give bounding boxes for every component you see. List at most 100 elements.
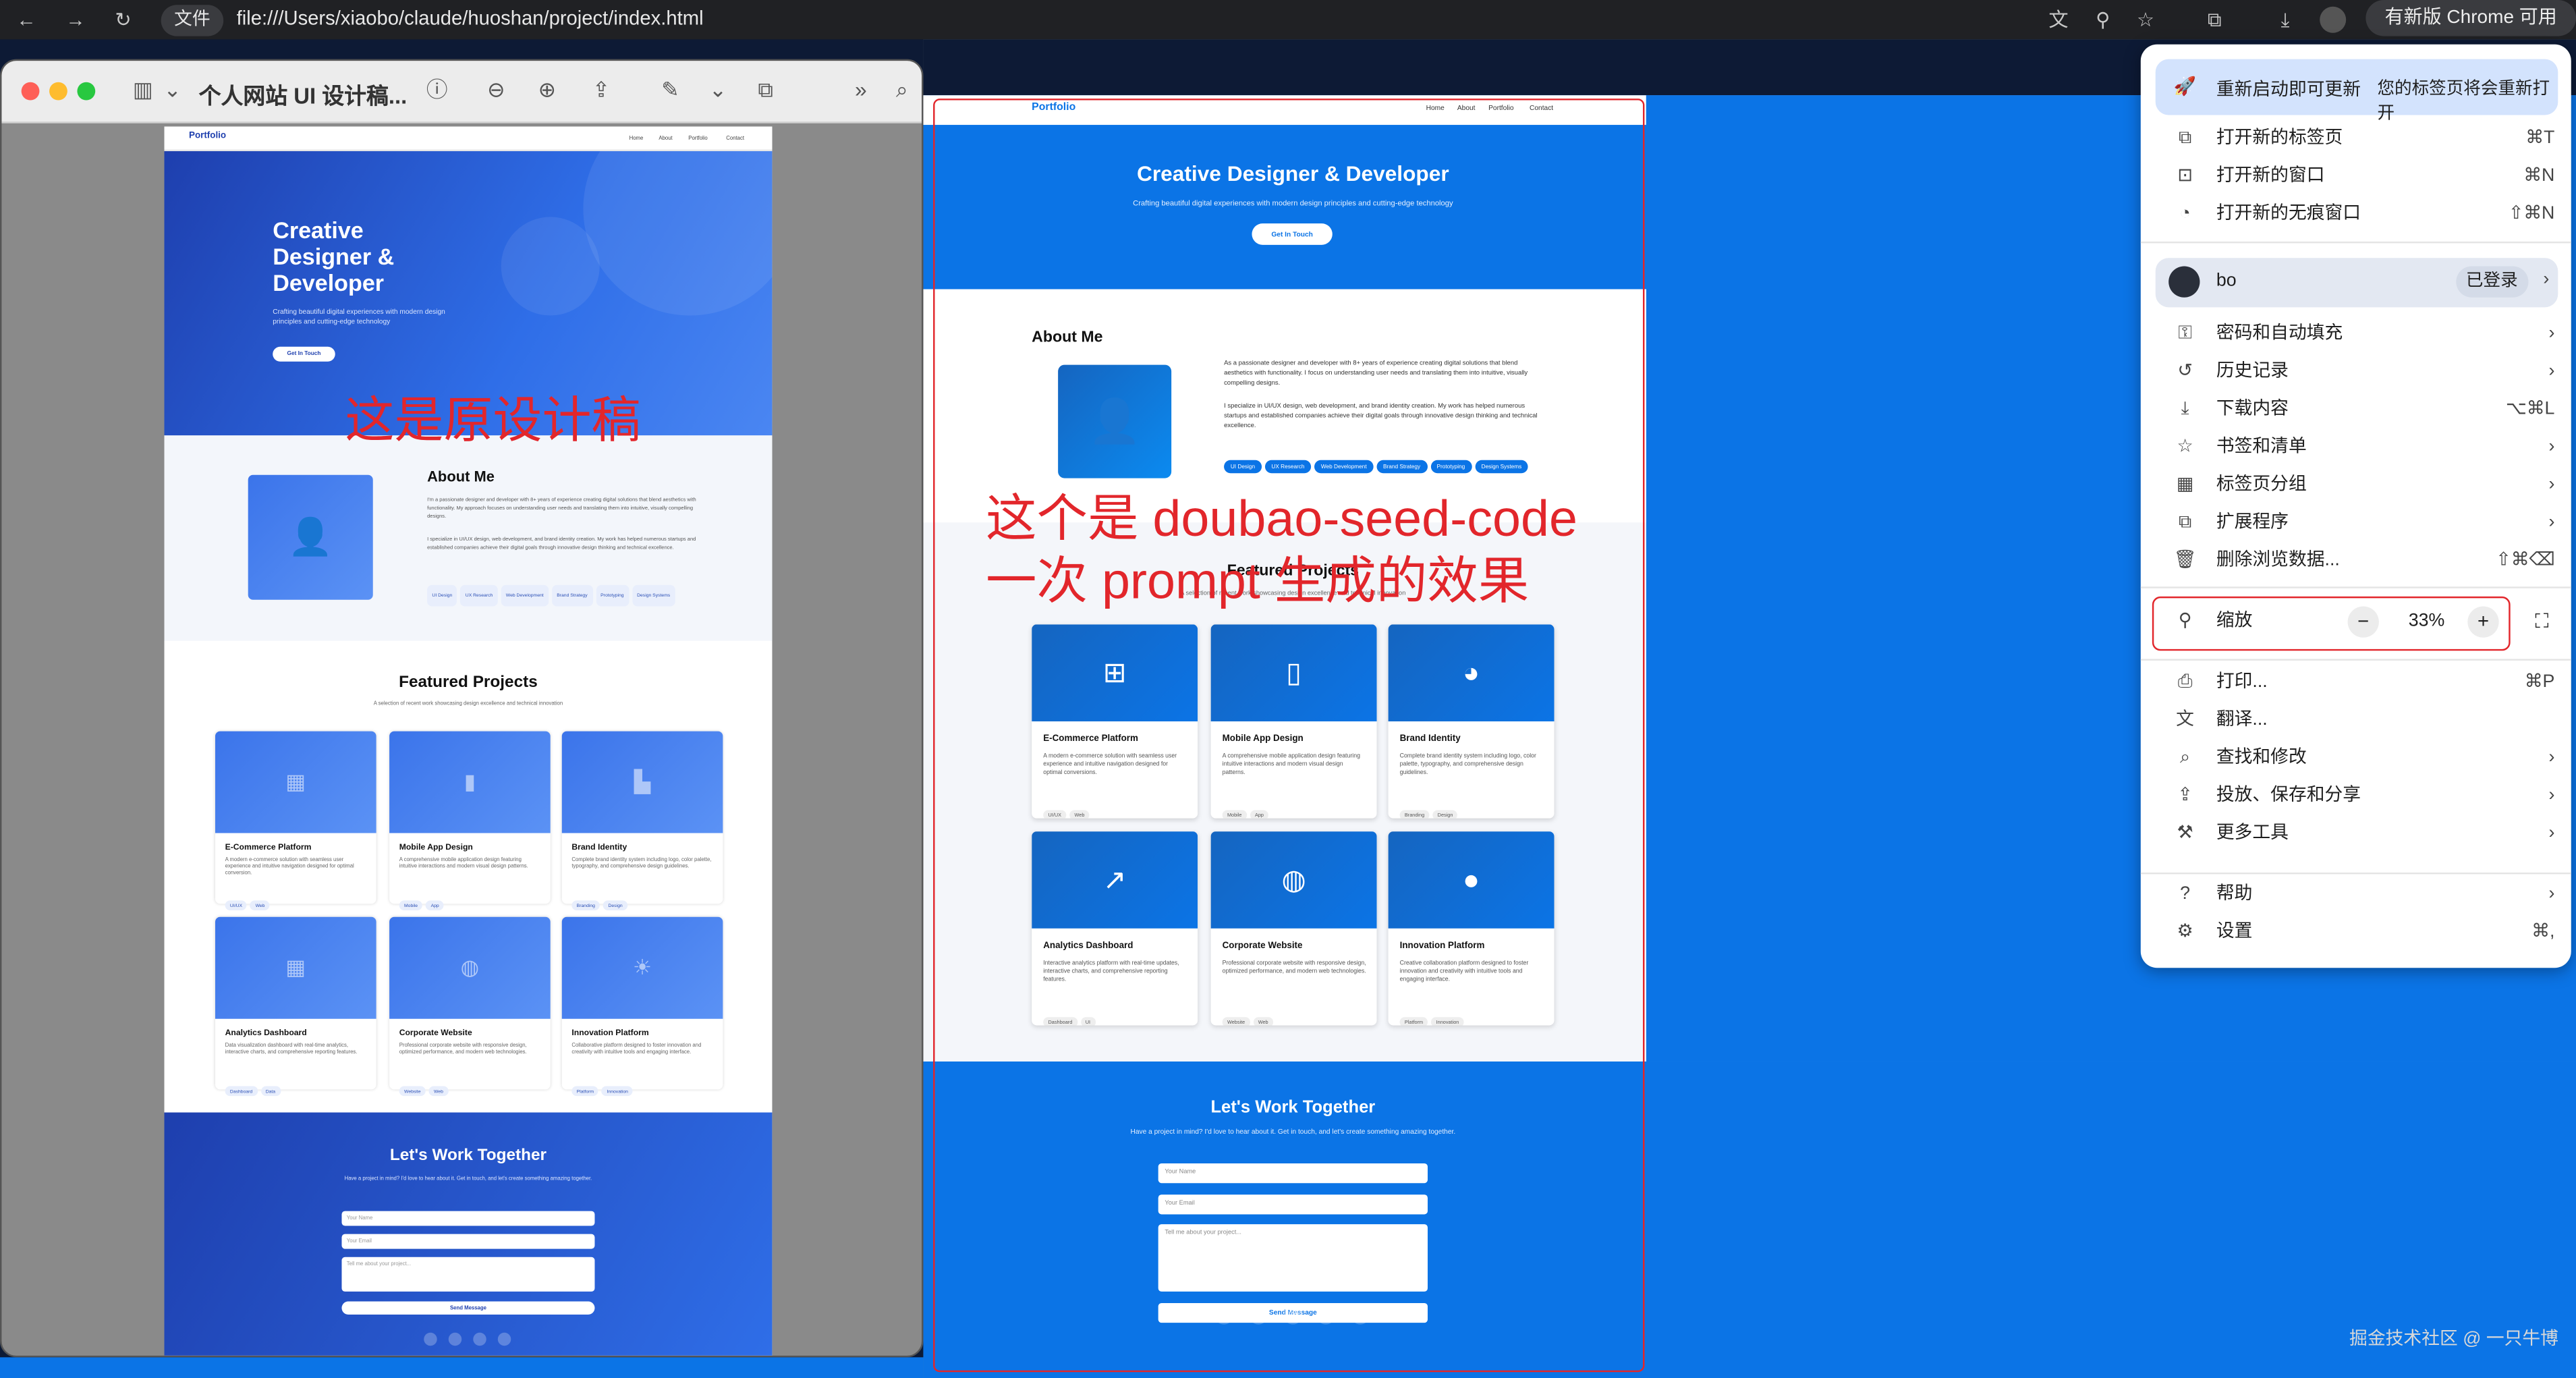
orig-project-tags: Platform Innovation bbox=[571, 1072, 636, 1101]
more-icon[interactable]: » bbox=[847, 77, 874, 103]
menu-item-shortcut: › bbox=[2548, 747, 2555, 768]
orig-project-tag: Mobile bbox=[399, 900, 423, 910]
orig-project-tag: Website bbox=[399, 1086, 426, 1097]
zoom-out-icon[interactable]: ⊖ bbox=[483, 77, 509, 103]
menu-item-shortcut: ⇧⌘⌫ bbox=[2496, 550, 2555, 570]
menu-item[interactable]: ↺ 历史记录 › bbox=[2141, 354, 2571, 391]
star-icon[interactable]: ☆ bbox=[2133, 7, 2159, 33]
menu-item[interactable]: ⤓ 下载内容 ⌥⌘L bbox=[2141, 391, 2571, 429]
extensions-icon[interactable]: ⧉ bbox=[2202, 7, 2228, 33]
menu-item-icon: ⧉ bbox=[2178, 128, 2192, 148]
update-chrome-chip[interactable]: 有新版 Chrome 可用 bbox=[2365, 0, 2576, 36]
orig-name-input: Your Name bbox=[341, 1211, 595, 1226]
orig-send-button: Send Message bbox=[341, 1301, 595, 1315]
download-icon[interactable]: ⤓ bbox=[2272, 7, 2299, 33]
zoom-in-icon[interactable]: ⊕ bbox=[534, 77, 560, 103]
info-icon[interactable]: ⓘ bbox=[424, 77, 450, 103]
search-icon[interactable]: ⌕ bbox=[889, 77, 915, 103]
menu-item[interactable]: ⚒ 更多工具 › bbox=[2141, 815, 2571, 853]
menu-item-label: 翻译... bbox=[2216, 709, 2268, 730]
menu-item[interactable]: ⧉ 打开新的标签页 ⌘T bbox=[2141, 120, 2571, 158]
menu-item-shortcut: › bbox=[2548, 437, 2555, 457]
zoom-value: 33% bbox=[2408, 611, 2445, 632]
minimize-button[interactable] bbox=[49, 82, 67, 101]
profile-item[interactable]: bo 已登录 › bbox=[2155, 258, 2558, 308]
menu-item[interactable]: ⚙ 设置 ⌘, bbox=[2141, 914, 2571, 952]
orig-project-icon: ▙ bbox=[561, 731, 723, 833]
orig-project-tag: Web bbox=[250, 900, 270, 910]
menu-item[interactable]: ⌕ 查找和修改 › bbox=[2141, 740, 2571, 777]
avatar[interactable] bbox=[2320, 6, 2347, 33]
bg-strip bbox=[0, 1357, 924, 1378]
zoom-icon[interactable]: ⚲ bbox=[2090, 7, 2116, 33]
orig-hero-title: Creative Designer & Developer bbox=[273, 217, 395, 296]
back-icon[interactable]: ← bbox=[13, 7, 39, 33]
orig-project-tag: Dashboard bbox=[225, 1086, 258, 1097]
orig-project-tag: Design bbox=[603, 900, 627, 910]
menu-item[interactable]: ⇪ 投放、保存和分享 › bbox=[2141, 777, 2571, 815]
orig-project-title: Innovation Platform bbox=[571, 1028, 649, 1039]
orig-project-desc: Complete brand identity system including… bbox=[571, 856, 712, 870]
orig-project-icon: ▦ bbox=[215, 916, 376, 1019]
preview-title: 个人网站 UI 设计稿... bbox=[198, 84, 408, 109]
menu-item-shortcut: › bbox=[2548, 474, 2555, 495]
orig-project-tag: Data bbox=[260, 1086, 281, 1097]
orig-project-title: Corporate Website bbox=[399, 1028, 472, 1039]
menu-item[interactable]: ⚿ 密码和自动填充 › bbox=[2141, 316, 2571, 354]
menu-item-label: 打开新的标签页 bbox=[2216, 128, 2343, 148]
orig-skill: UI Design bbox=[427, 584, 457, 607]
menu-item-icon: ? bbox=[2180, 884, 2191, 904]
menu-item-icon: ◔ bbox=[2179, 203, 2191, 224]
zoom-out-button[interactable]: − bbox=[2347, 606, 2379, 638]
menu-item[interactable]: ☆ 书签和清单 › bbox=[2141, 429, 2571, 467]
menu-item-icon: ↺ bbox=[2177, 361, 2193, 381]
orig-project-title: Analytics Dashboard bbox=[225, 1028, 307, 1039]
share-icon[interactable]: ⇪ bbox=[588, 77, 615, 103]
rocket-icon: 🚀 bbox=[2173, 77, 2196, 97]
menu-item[interactable]: 文 翻译... bbox=[2141, 702, 2571, 740]
address-bar[interactable]: 文件 file:///Users/xiaobo/claude/huoshan/pr… bbox=[161, 3, 2034, 36]
divider bbox=[2140, 872, 2571, 875]
restart-update-item[interactable]: 🚀 重新启动即可更新 您的标签页将会重新打开 bbox=[2155, 59, 2558, 123]
translate-icon[interactable]: 文 bbox=[2046, 7, 2072, 33]
markup-icon[interactable]: ✎ bbox=[657, 77, 683, 103]
orig-hero-button: Get In Touch bbox=[273, 346, 335, 362]
menu-item-icon: ▦ bbox=[2176, 474, 2194, 495]
menu-item[interactable]: 🗑 删除浏览数据... ⇧⌘⌫ bbox=[2141, 543, 2571, 580]
chevron-down-icon[interactable]: ⌄ bbox=[159, 77, 186, 103]
zoom-button[interactable] bbox=[77, 82, 96, 101]
restart-label: 重新启动即可更新 bbox=[2216, 80, 2361, 101]
menu-item-label: 删除浏览数据... bbox=[2216, 550, 2340, 570]
close-button[interactable] bbox=[21, 82, 40, 101]
menu-item[interactable]: ? 帮助 › bbox=[2141, 876, 2571, 914]
zoom-in-button[interactable]: + bbox=[2467, 606, 2499, 638]
orig-project-icon: ▮ bbox=[389, 731, 551, 833]
profile-avatar bbox=[2168, 266, 2200, 298]
orig-project-tag: Branding bbox=[571, 900, 600, 910]
menu-item-icon: ⌕ bbox=[2180, 747, 2191, 768]
menu-item[interactable]: ◔ 打开新的无痕窗口 ⇧⌘N bbox=[2141, 196, 2571, 233]
fullscreen-icon[interactable]: ⛶ bbox=[2535, 603, 2548, 641]
markup-chevron-icon[interactable]: ⌄ bbox=[705, 77, 731, 103]
divider bbox=[2140, 586, 2571, 588]
orig-project-tag: App bbox=[426, 900, 445, 910]
orig-project-tag: UI/UX bbox=[225, 900, 248, 910]
menu-item[interactable]: ▦ 标签页分组 › bbox=[2141, 467, 2571, 505]
menu-item-icon: ⎙ bbox=[2177, 671, 2193, 692]
orig-about-title: About Me bbox=[427, 468, 495, 485]
menu-item-shortcut: › bbox=[2548, 823, 2555, 844]
menu-item-shortcut: › bbox=[2548, 323, 2555, 343]
orig-project-tags: UI/UX Web bbox=[225, 885, 273, 915]
menu-item-label: 历史记录 bbox=[2216, 361, 2289, 381]
forward-icon[interactable]: → bbox=[63, 7, 89, 33]
orig-linkedin-icon bbox=[424, 1332, 437, 1346]
reload-icon[interactable]: ↻ bbox=[110, 7, 136, 33]
sidebar-icon[interactable]: ▥ bbox=[130, 77, 156, 103]
menu-item[interactable]: ⎙ 打印... ⌘P bbox=[2141, 664, 2571, 702]
rotate-icon[interactable]: ⧉ bbox=[752, 77, 779, 103]
menu-item[interactable]: ⧉ 扩展程序 › bbox=[2141, 505, 2571, 543]
menu-item[interactable]: ⊡ 打开新的窗口 ⌘N bbox=[2141, 158, 2571, 196]
menu-item-label: 更多工具 bbox=[2216, 823, 2289, 844]
orig-project-tags: Dashboard Data bbox=[225, 1072, 284, 1101]
orig-project-title: Brand Identity bbox=[571, 843, 627, 853]
